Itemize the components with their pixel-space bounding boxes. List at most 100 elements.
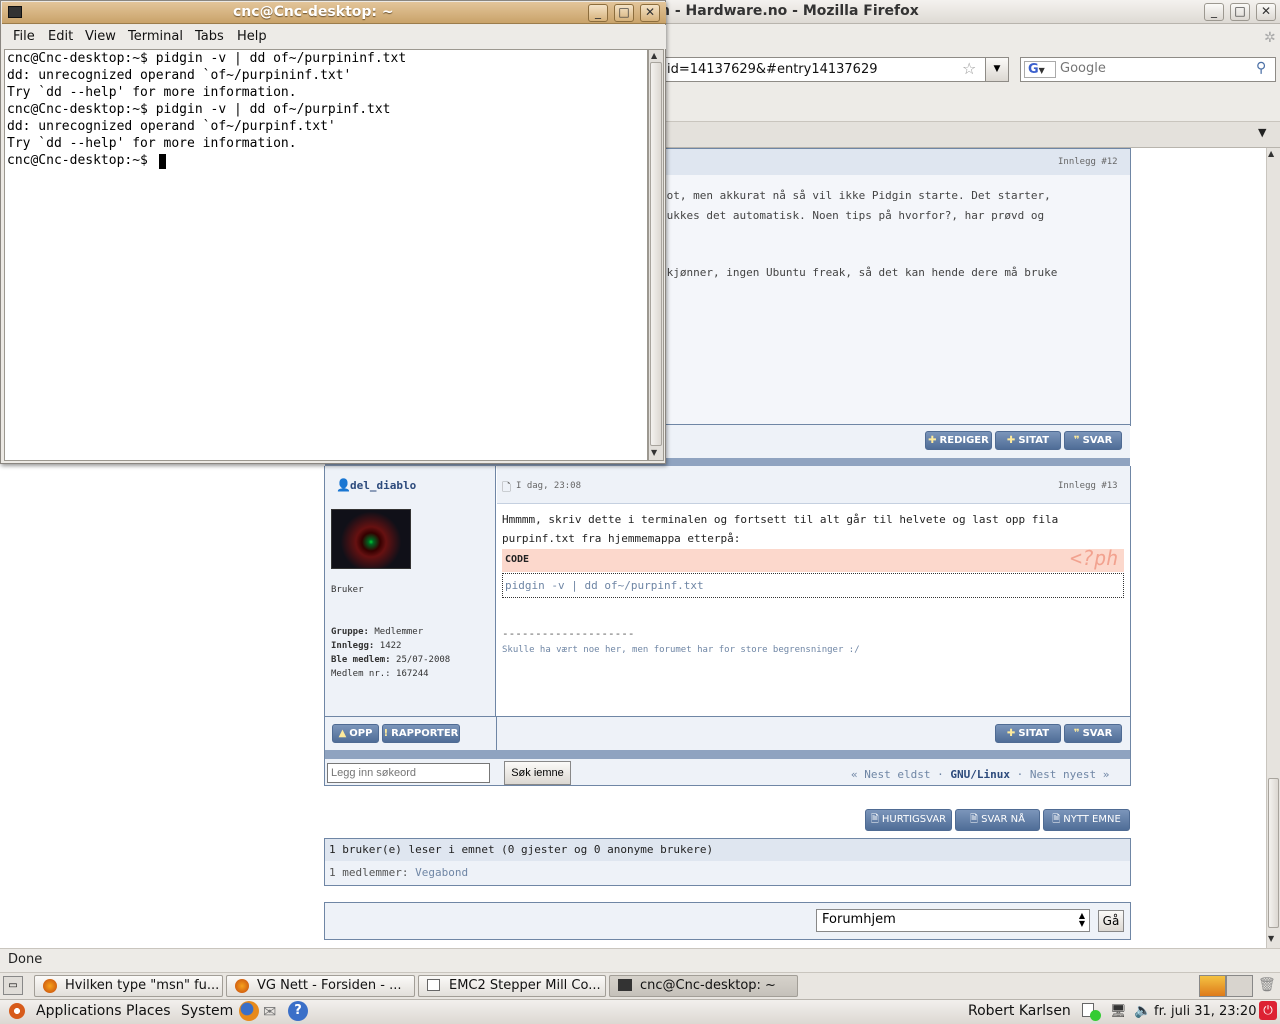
search-icon[interactable]: ⚲ bbox=[1256, 60, 1266, 76]
task-terminal[interactable]: cnc@Cnc-desktop: ~ bbox=[609, 975, 798, 997]
reply-button-12[interactable]: ❞ SVAR bbox=[1064, 431, 1122, 450]
terminal-line: Try `dd --help' for more information. bbox=[7, 85, 297, 100]
reply-button-13[interactable]: ❞ SVAR bbox=[1064, 724, 1122, 743]
new-topic-label: NYTT EMNE bbox=[1063, 814, 1121, 825]
google-engine-icon[interactable]: G▼ bbox=[1024, 61, 1056, 78]
report-button[interactable]: ! RAPPORTER bbox=[382, 724, 460, 743]
power-icon[interactable]: ⏻ bbox=[1259, 1001, 1277, 1020]
task-msn[interactable]: Hvilken type "msn" fu... bbox=[34, 975, 223, 997]
post-12-number[interactable]: Innlegg #12 bbox=[1058, 157, 1118, 167]
posts-label: Innlegg: bbox=[331, 641, 375, 651]
readers-count: 1 bruker(e) leser i emnet (0 gjester og … bbox=[329, 843, 714, 856]
quote-button-13[interactable]: ✚ SITAT bbox=[995, 724, 1061, 743]
search-input[interactable] bbox=[1060, 61, 1250, 76]
reply-now-button[interactable]: 🗎 SVAR NÅ bbox=[955, 809, 1040, 831]
task-vg[interactable]: VG Nett - Forsiden - ... bbox=[226, 975, 415, 997]
mail-launcher-icon[interactable]: ✉ bbox=[263, 1002, 276, 1021]
post-13-body-line1: Hmmmm, skriv dette i terminalen og forts… bbox=[502, 513, 1059, 526]
nav-separator: · bbox=[1016, 768, 1024, 781]
user-name[interactable]: Robert Karlsen bbox=[968, 1003, 1071, 1019]
menu-edit[interactable]: Edit bbox=[48, 29, 73, 44]
reply-label: SVAR bbox=[1082, 435, 1113, 446]
volume-icon[interactable]: 🔈 bbox=[1134, 1003, 1151, 1019]
topic-search-button[interactable]: Søk iemne bbox=[504, 761, 571, 785]
scroll-up-icon[interactable]: ▲ bbox=[1268, 149, 1274, 158]
menu-tabs[interactable]: Tabs bbox=[195, 29, 224, 44]
terminal-scrollbar[interactable]: ▲ ▼ bbox=[648, 49, 664, 461]
menu-help[interactable]: Help bbox=[237, 29, 267, 44]
member-no-label: Medlem nr.: bbox=[331, 669, 391, 679]
trash-icon[interactable]: 🗑 bbox=[1258, 977, 1276, 993]
task-label: EMC2 Stepper Mill Co... bbox=[449, 978, 601, 993]
places-menu[interactable]: Places bbox=[126, 1003, 171, 1019]
member-no-value: 167244 bbox=[396, 669, 429, 679]
menu-view[interactable]: View bbox=[85, 29, 116, 44]
menu-file[interactable]: File bbox=[13, 29, 35, 44]
quick-reply-button[interactable]: 🗎 HURTIGSVAR bbox=[865, 809, 952, 831]
help-launcher-icon[interactable]: ? bbox=[288, 1001, 308, 1021]
post-13-number[interactable]: Innlegg #13 bbox=[1058, 481, 1118, 491]
status-bar bbox=[0, 948, 1280, 972]
topic-search-input[interactable] bbox=[327, 763, 490, 783]
show-desktop-icon[interactable]: ▭ bbox=[3, 976, 23, 995]
posts-value: 1422 bbox=[379, 641, 402, 651]
window-icon bbox=[427, 979, 440, 991]
member-link[interactable]: Vegabond bbox=[415, 866, 468, 879]
forum-jump-go-button[interactable]: Gå bbox=[1098, 910, 1124, 932]
members-label: 1 medlemmer: bbox=[329, 866, 409, 879]
terminal-scroll-thumb[interactable] bbox=[650, 62, 662, 446]
quick-reply-label: HURTIGSVAR bbox=[881, 814, 947, 825]
system-menu[interactable]: System bbox=[181, 1003, 233, 1019]
terminal-close-button[interactable]: ✕ bbox=[640, 4, 660, 22]
url-dropdown-button[interactable]: ▼ bbox=[985, 57, 1009, 82]
post-13-body-line2: purpinf.txt fra hjemmemappa etterpå: bbox=[502, 532, 741, 545]
terminal-title: cnc@Cnc-desktop: ~ bbox=[233, 4, 394, 20]
terminal-scroll-up-icon[interactable]: ▲ bbox=[651, 51, 657, 60]
network-icon[interactable]: 🖥 bbox=[1110, 1004, 1127, 1019]
status-dot-icon bbox=[1090, 1010, 1101, 1021]
maximize-button[interactable]: □ bbox=[1230, 3, 1250, 21]
workspace-1[interactable] bbox=[1199, 975, 1226, 997]
applications-menu[interactable]: Applications bbox=[36, 1003, 122, 1019]
next-topic-link[interactable]: Nest nyest » bbox=[1030, 768, 1109, 781]
scroll-thumb[interactable] bbox=[1268, 778, 1279, 928]
close-button[interactable]: ✕ bbox=[1256, 3, 1276, 21]
post-13-header bbox=[497, 466, 1130, 504]
bookmark-star-icon[interactable]: ☆ bbox=[962, 59, 976, 78]
forum-link[interactable]: GNU/Linux bbox=[950, 768, 1010, 781]
workspace-2[interactable] bbox=[1226, 975, 1253, 997]
task-emc2[interactable]: EMC2 Stepper Mill Co... bbox=[418, 975, 606, 997]
page-scrollbar[interactable]: ▲ ▼ bbox=[1266, 148, 1280, 948]
minimize-button[interactable]: _ bbox=[1204, 3, 1224, 21]
new-topic-button[interactable]: 🗎 NYTT EMNE bbox=[1043, 809, 1130, 831]
terminal-maximize-button[interactable]: □ bbox=[614, 4, 634, 22]
group-label: Gruppe: bbox=[331, 627, 369, 637]
quote-button-12[interactable]: ✚ SITAT bbox=[995, 431, 1061, 450]
scroll-down-icon[interactable]: ▼ bbox=[1268, 934, 1274, 943]
prev-topic-link[interactable]: « Nest eldst bbox=[851, 768, 930, 781]
tab-list-icon[interactable]: ▼ bbox=[1258, 126, 1266, 139]
code-header bbox=[502, 549, 1124, 572]
edit-button[interactable]: ✚ REDIGER bbox=[925, 431, 992, 450]
forum-jump-value: Forumhjem bbox=[822, 912, 896, 927]
firefox-launcher-icon[interactable] bbox=[239, 1001, 259, 1021]
topic-pagination: « Nest eldst · GNU/Linux · Nest nyest » bbox=[851, 768, 1109, 781]
up-button[interactable]: ▲ OPP bbox=[332, 724, 379, 743]
avatar bbox=[331, 509, 411, 569]
terminal-scroll-down-icon[interactable]: ▼ bbox=[651, 448, 657, 457]
terminal-minimize-button[interactable]: _ bbox=[588, 4, 608, 22]
quote-label: SITAT bbox=[1018, 435, 1050, 446]
clock[interactable]: fr. juli 31, 23:20 bbox=[1154, 1004, 1256, 1019]
url-bar[interactable]: id=14137629&#entry14137629 bbox=[664, 57, 1009, 82]
forum-jump-select[interactable]: Forumhjem ▲ ▼ bbox=[816, 909, 1090, 932]
terminal-window: cnc@Cnc-desktop: ~ _ □ ✕ File Edit View … bbox=[0, 0, 666, 464]
edit-label: REDIGER bbox=[939, 435, 989, 446]
post-13-author[interactable]: del_diablo bbox=[350, 479, 416, 492]
user-posts: Innlegg: 1422 bbox=[331, 641, 401, 651]
readers-members: 1 medlemmer: Vegabond bbox=[329, 866, 468, 879]
terminal-app-icon[interactable] bbox=[8, 6, 22, 18]
signature-divider: -------------------- bbox=[502, 627, 635, 640]
menu-terminal[interactable]: Terminal bbox=[128, 29, 183, 44]
select-arrows-icon: ▲ ▼ bbox=[1078, 911, 1085, 928]
joined-value: 25/07-2008 bbox=[396, 655, 451, 665]
